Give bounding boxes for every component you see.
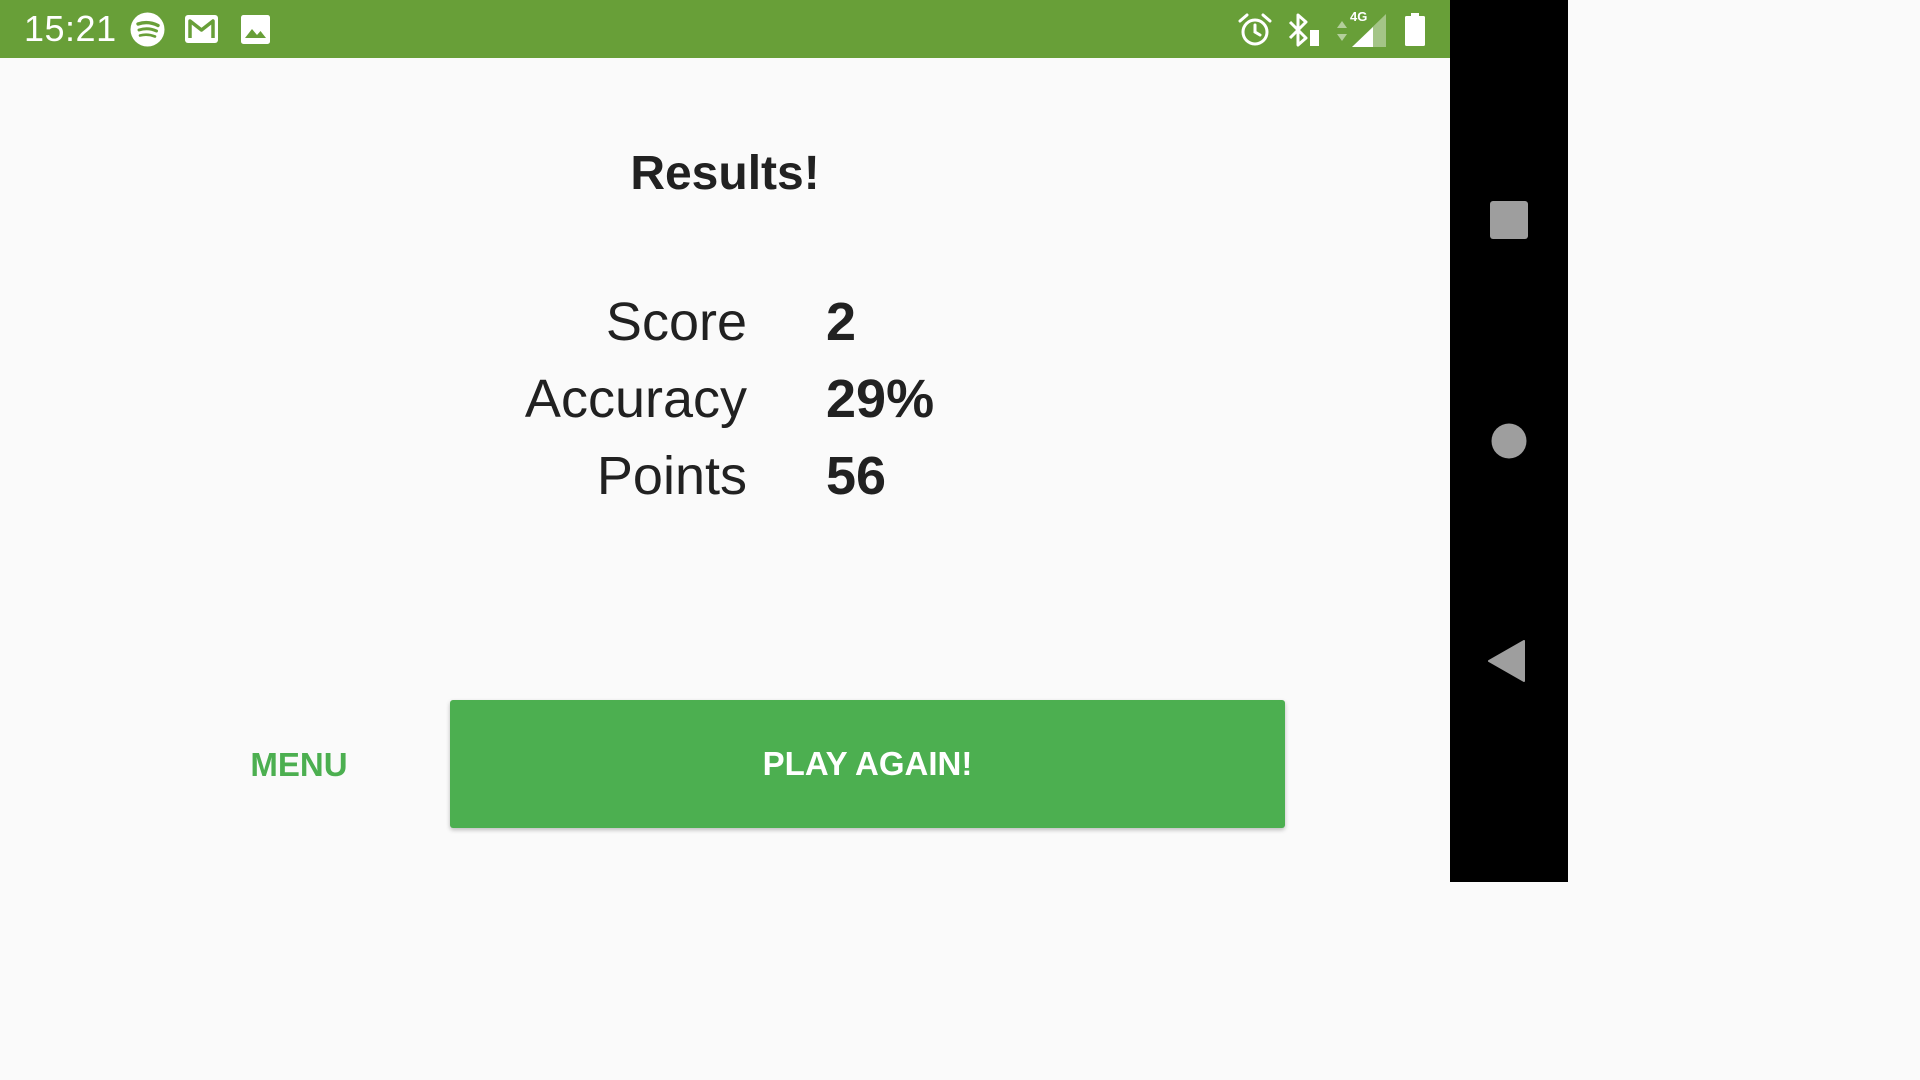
play-again-button[interactable]: PLAY AGAIN! (450, 700, 1285, 828)
results-screen: Results! Score 2 Accuracy 29% Points 56 … (0, 58, 1450, 882)
status-bar: 15:21 4G (0, 0, 1450, 58)
navigation-bar (1450, 0, 1568, 882)
status-time: 15:21 (24, 8, 117, 49)
page-title: Results! (630, 147, 820, 200)
play-again-button-label: PLAY AGAIN! (762, 745, 973, 782)
menu-button-label: MENU (250, 746, 348, 783)
recents-icon[interactable] (1490, 201, 1528, 239)
accuracy-value: 29% (826, 369, 935, 429)
menu-button[interactable]: MENU (200, 700, 398, 830)
signal-icon (1352, 14, 1386, 47)
score-value: 2 (826, 292, 857, 352)
score-label: Score (605, 292, 747, 352)
bluetooth-icon (1288, 13, 1319, 47)
data-arrows-icon (1337, 21, 1347, 41)
alarm-icon (1238, 13, 1272, 46)
accuracy-label: Accuracy (524, 369, 747, 429)
gallery-icon (241, 15, 270, 44)
back-icon[interactable] (1488, 640, 1526, 682)
battery-icon (1405, 13, 1425, 46)
points-label: Points (596, 446, 747, 506)
gmail-icon (185, 15, 218, 43)
home-icon[interactable] (1491, 423, 1527, 459)
points-value: 56 (826, 446, 887, 506)
spotify-icon (130, 12, 165, 47)
